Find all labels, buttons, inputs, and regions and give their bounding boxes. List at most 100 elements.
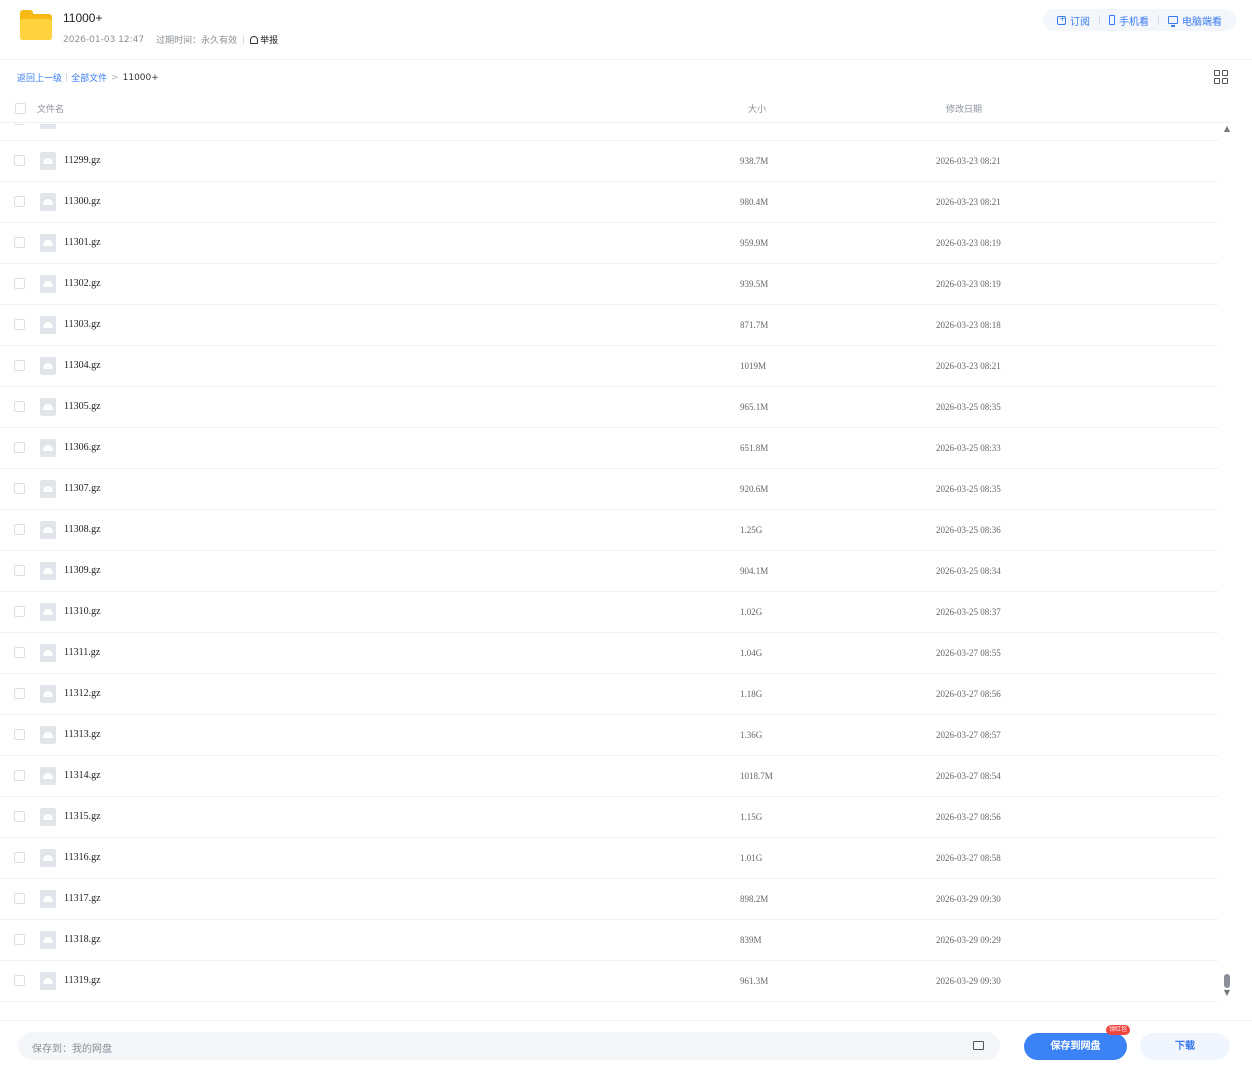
row-checkbox[interactable]: [14, 565, 25, 576]
red-packet-badge: 领红包: [1106, 1025, 1131, 1035]
row-checkbox[interactable]: [14, 483, 25, 494]
archive-file-icon: [40, 931, 56, 949]
table-row[interactable]: 11313.gz 1.36G 2026-03-27 08:57: [0, 715, 1218, 756]
table-row[interactable]: 11314.gz 1018.7M 2026-03-27 08:54: [0, 756, 1218, 797]
table-row-partial[interactable]: [0, 124, 1218, 141]
row-checkbox[interactable]: [14, 401, 25, 412]
table-row[interactable]: 11301.gz 959.9M 2026-03-23 08:19: [0, 223, 1218, 264]
table-row[interactable]: 11317.gz 898.2M 2026-03-29 09:30: [0, 879, 1218, 920]
row-checkbox[interactable]: [14, 688, 25, 699]
pc-view-label: 电脑端看: [1182, 16, 1222, 28]
file-size: 651.8M: [740, 443, 769, 453]
file-name[interactable]: 11303.gz: [64, 319, 101, 330]
row-checkbox[interactable]: [14, 893, 25, 904]
column-name[interactable]: 文件名: [37, 102, 64, 115]
row-checkbox[interactable]: [14, 278, 25, 289]
scroll-up-arrow[interactable]: ▲: [1222, 125, 1232, 133]
table-row[interactable]: 11308.gz 1.25G 2026-03-25 08:36: [0, 510, 1218, 551]
pc-view-button[interactable]: 电脑端看: [1163, 13, 1227, 28]
file-date: 2026-03-25 08:35: [936, 402, 1001, 412]
file-name[interactable]: 11307.gz: [64, 483, 101, 494]
row-checkbox[interactable]: [14, 524, 25, 535]
table-row[interactable]: 11305.gz 965.1M 2026-03-25 08:35: [0, 387, 1218, 428]
file-name[interactable]: 11300.gz: [64, 196, 101, 207]
share-meta: 2026-01-03 12:47 过期时间：永久有效 举报: [63, 33, 278, 47]
archive-file-icon: [40, 439, 56, 457]
row-checkbox[interactable]: [14, 237, 25, 248]
file-name[interactable]: 11315.gz: [64, 811, 101, 822]
table-row[interactable]: 11319.gz 961.3M 2026-03-29 09:30: [0, 961, 1218, 1002]
select-all-checkbox[interactable]: [15, 103, 26, 114]
file-date: 2026-03-27 08:57: [936, 730, 1001, 740]
scroll-down-arrow[interactable]: ▼: [1222, 989, 1232, 997]
row-checkbox[interactable]: [14, 606, 25, 617]
table-row[interactable]: 11310.gz 1.02G 2026-03-25 08:37: [0, 592, 1218, 633]
file-size: 1.36G: [740, 730, 763, 740]
all-files-link[interactable]: 全部文件: [71, 71, 107, 84]
file-date: 2026-03-29 09:30: [936, 894, 1001, 904]
table-row[interactable]: 11312.gz 1.18G 2026-03-27 08:56: [0, 674, 1218, 715]
archive-file-icon: [40, 644, 56, 662]
row-checkbox[interactable]: [14, 319, 25, 330]
file-name[interactable]: 11309.gz: [64, 565, 101, 576]
file-list[interactable]: 11299.gz 938.7M 2026-03-23 08:21 11300.gz 98…: [0, 124, 1218, 1002]
file-name[interactable]: 11310.gz: [64, 606, 101, 617]
file-name[interactable]: 11306.gz: [64, 442, 101, 453]
file-date: 2026-03-29 09:29: [936, 935, 1001, 945]
row-checkbox[interactable]: [14, 647, 25, 658]
archive-file-icon: [40, 726, 56, 744]
report-link[interactable]: 举报: [250, 33, 278, 46]
download-button[interactable]: 下载: [1140, 1033, 1230, 1060]
footer-bar: 保存到：我的网盘 保存到网盘 领红包 下载: [0, 1020, 1252, 1080]
file-name[interactable]: 11314.gz: [64, 770, 101, 781]
row-checkbox[interactable]: [14, 975, 25, 986]
file-name[interactable]: 11304.gz: [64, 360, 101, 371]
file-name[interactable]: 11308.gz: [64, 524, 101, 535]
back-link[interactable]: 返回上一级: [17, 71, 62, 84]
subscribe-button[interactable]: 订阅: [1052, 13, 1095, 28]
row-checkbox[interactable]: [14, 852, 25, 863]
file-name[interactable]: 11312.gz: [64, 688, 101, 699]
table-row[interactable]: 11302.gz 939.5M 2026-03-23 08:19: [0, 264, 1218, 305]
scrollbar-thumb[interactable]: [1224, 974, 1230, 988]
row-checkbox[interactable]: [14, 155, 25, 166]
file-name[interactable]: 11316.gz: [64, 852, 101, 863]
file-name[interactable]: 11299.gz: [64, 155, 101, 166]
row-checkbox[interactable]: [14, 770, 25, 781]
phone-view-button[interactable]: 手机看: [1104, 13, 1154, 28]
table-row[interactable]: 11304.gz 1019M 2026-03-23 08:21: [0, 346, 1218, 387]
row-checkbox[interactable]: [14, 442, 25, 453]
row-checkbox[interactable]: [14, 729, 25, 740]
save-to-drive-button[interactable]: 保存到网盘: [1024, 1033, 1127, 1060]
table-row[interactable]: 11309.gz 904.1M 2026-03-25 08:34: [0, 551, 1218, 592]
folder-picker-icon[interactable]: [973, 1041, 984, 1050]
table-row[interactable]: 11303.gz 871.7M 2026-03-23 08:18: [0, 305, 1218, 346]
column-size[interactable]: 大小: [748, 102, 766, 115]
table-row[interactable]: 11300.gz 980.4M 2026-03-23 08:21: [0, 182, 1218, 223]
row-checkbox[interactable]: [14, 934, 25, 945]
file-name[interactable]: 11319.gz: [64, 975, 101, 986]
table-row[interactable]: 11307.gz 920.6M 2026-03-25 08:35: [0, 469, 1218, 510]
row-checkbox[interactable]: [14, 124, 25, 125]
row-checkbox[interactable]: [14, 360, 25, 371]
row-checkbox[interactable]: [14, 811, 25, 822]
column-date[interactable]: 修改日期: [946, 102, 982, 115]
file-name[interactable]: 11313.gz: [64, 729, 101, 740]
table-row[interactable]: 11311.gz 1.04G 2026-03-27 08:55: [0, 633, 1218, 674]
file-name[interactable]: 11301.gz: [64, 237, 101, 248]
file-name[interactable]: 11302.gz: [64, 278, 101, 289]
file-name[interactable]: 11317.gz: [64, 893, 101, 904]
grid-view-icon[interactable]: [1214, 70, 1228, 84]
file-date: 2026-03-29 09:30: [936, 976, 1001, 986]
table-row[interactable]: 11315.gz 1.15G 2026-03-27 08:56: [0, 797, 1218, 838]
table-row[interactable]: 11316.gz 1.01G 2026-03-27 08:58: [0, 838, 1218, 879]
file-name[interactable]: 11305.gz: [64, 401, 101, 412]
file-name[interactable]: 11311.gz: [64, 647, 100, 658]
row-checkbox[interactable]: [14, 196, 25, 207]
table-row[interactable]: 11318.gz 839M 2026-03-29 09:29: [0, 920, 1218, 961]
table-row[interactable]: 11306.gz 651.8M 2026-03-25 08:33: [0, 428, 1218, 469]
file-name[interactable]: 11318.gz: [64, 934, 101, 945]
file-size: 1.01G: [740, 853, 763, 863]
table-row[interactable]: 11299.gz 938.7M 2026-03-23 08:21: [0, 141, 1218, 182]
save-path-field[interactable]: 保存到：我的网盘: [18, 1032, 1000, 1060]
